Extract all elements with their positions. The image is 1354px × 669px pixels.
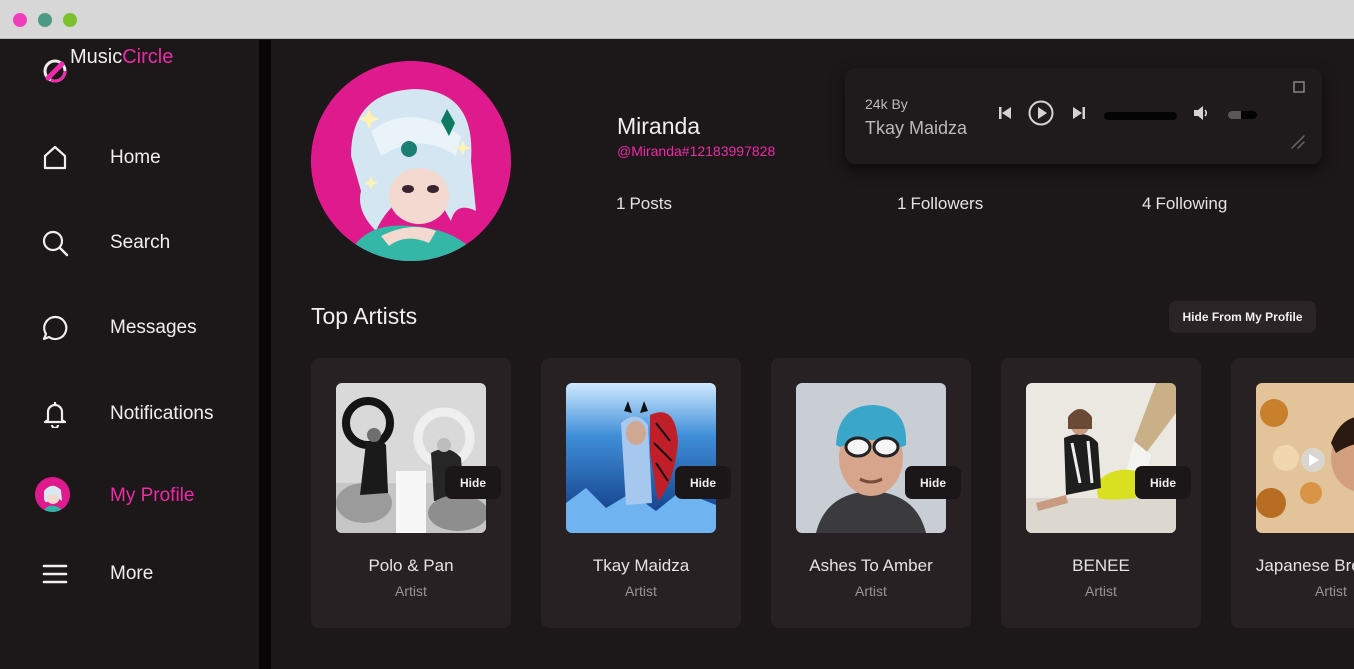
- artist-image: [796, 383, 946, 533]
- expand-player-icon[interactable]: [1293, 81, 1305, 93]
- window-titlebar: [0, 0, 1354, 39]
- message-bubble-icon: [42, 315, 68, 341]
- profile-handle: @Miranda#12183997828: [617, 143, 776, 159]
- posts-stat[interactable]: 1 Posts: [616, 194, 672, 214]
- close-window-button[interactable]: [13, 13, 27, 27]
- following-label: Following: [1155, 194, 1228, 213]
- play-icon[interactable]: [1028, 100, 1054, 126]
- artist-card[interactable]: Hide BENEE Artist: [1001, 358, 1201, 628]
- bell-icon: [43, 402, 67, 428]
- sidebar: MusicCircle Home Search Messages Notific…: [0, 40, 259, 669]
- sidebar-item-my-profile[interactable]: My Profile: [0, 470, 259, 520]
- followers-label: Followers: [910, 194, 984, 213]
- profile-name: Miranda: [617, 113, 701, 139]
- hamburger-icon: [42, 564, 68, 584]
- hide-artist-button[interactable]: Hide: [445, 466, 501, 499]
- app-window: MusicCircle Home Search Messages Notific…: [0, 0, 1354, 669]
- posts-label: Posts: [629, 194, 672, 213]
- artist-type: Artist: [1315, 583, 1347, 599]
- sidebar-item-messages[interactable]: Messages: [0, 302, 259, 352]
- minimize-window-button[interactable]: [38, 13, 52, 27]
- app-name-prefix: Music: [70, 46, 123, 68]
- artist-name: Tkay Maidza: [592, 556, 690, 575]
- sidebar-item-label: Notifications: [110, 403, 214, 424]
- sidebar-item-notifications[interactable]: Notifications: [0, 388, 259, 438]
- profile-avatar[interactable]: [311, 61, 511, 261]
- hide-artist-button[interactable]: Hide: [675, 466, 731, 499]
- artist-card[interactable]: Hide Polo & Pan Artist: [311, 358, 511, 628]
- posts-count: 1: [616, 194, 626, 213]
- artist-image: [336, 383, 486, 533]
- maximize-window-button[interactable]: [63, 13, 77, 27]
- sidebar-item-label: More: [110, 563, 154, 584]
- sidebar-item-home[interactable]: Home: [0, 132, 259, 182]
- hide-from-profile-button[interactable]: Hide From My Profile: [1169, 301, 1316, 333]
- artist-name: Polo & Pan: [368, 556, 454, 575]
- volume-fill: [1228, 111, 1242, 119]
- app-name-accent: Circle: [122, 46, 174, 68]
- sidebar-item-search[interactable]: Search: [0, 217, 259, 267]
- sidebar-item-more[interactable]: More: [0, 548, 259, 598]
- artist-image: [1256, 383, 1354, 533]
- now-playing-artist: Tkay Maidza: [865, 118, 968, 138]
- home-icon: [43, 145, 67, 170]
- followers-count: 1: [897, 194, 907, 213]
- search-icon: [42, 230, 69, 257]
- brand[interactable]: [40, 56, 70, 86]
- artist-name: Japanese Breakfast: [1255, 556, 1354, 575]
- artist-card[interactable]: Hide Tkay Maidza Artist: [541, 358, 741, 628]
- following-stat[interactable]: 4 Following: [1142, 194, 1227, 214]
- sidebar-item-label: My Profile: [110, 485, 195, 506]
- avatar: [35, 477, 70, 512]
- next-track-icon[interactable]: [1071, 105, 1087, 121]
- artist-image: [566, 383, 716, 533]
- mini-player: 24k By Tkay Maidza: [845, 68, 1322, 164]
- volume-slider[interactable]: [1228, 111, 1257, 119]
- artist-name: BENEE: [1072, 556, 1130, 575]
- artist-name: Ashes To Amber: [809, 556, 933, 575]
- app-logo-icon: [43, 59, 67, 83]
- playback-progress-bar[interactable]: [1104, 112, 1177, 120]
- artist-card[interactable]: Hide Ashes To Amber Artist: [771, 358, 971, 628]
- following-count: 4: [1142, 194, 1152, 213]
- app-name: MusicCircle: [70, 46, 173, 69]
- hide-artist-button[interactable]: Hide: [905, 466, 961, 499]
- top-artists-title: Top Artists: [311, 303, 418, 329]
- followers-stat[interactable]: 1 Followers: [897, 194, 983, 214]
- hide-artist-button[interactable]: Hide: [1135, 466, 1191, 499]
- sidebar-divider: [259, 40, 271, 669]
- now-playing-track: 24k By: [865, 96, 908, 112]
- previous-track-icon[interactable]: [997, 105, 1013, 121]
- sidebar-item-label: Messages: [110, 317, 197, 338]
- sidebar-item-label: Search: [110, 232, 171, 253]
- volume-icon[interactable]: [1192, 104, 1210, 122]
- profile-main: Miranda @Miranda#12183997828 1 Posts 1 Fol…: [271, 40, 1354, 669]
- artist-image: [1026, 383, 1176, 533]
- artist-type: Artist: [625, 583, 657, 599]
- resize-handle-icon[interactable]: [1288, 132, 1306, 150]
- artist-type: Artist: [855, 583, 887, 599]
- artist-type: Artist: [395, 583, 427, 599]
- artist-type: Artist: [1085, 583, 1117, 599]
- artist-card[interactable]: Japanese Breakfast Artist: [1231, 358, 1354, 628]
- sidebar-item-label: Home: [110, 147, 161, 168]
